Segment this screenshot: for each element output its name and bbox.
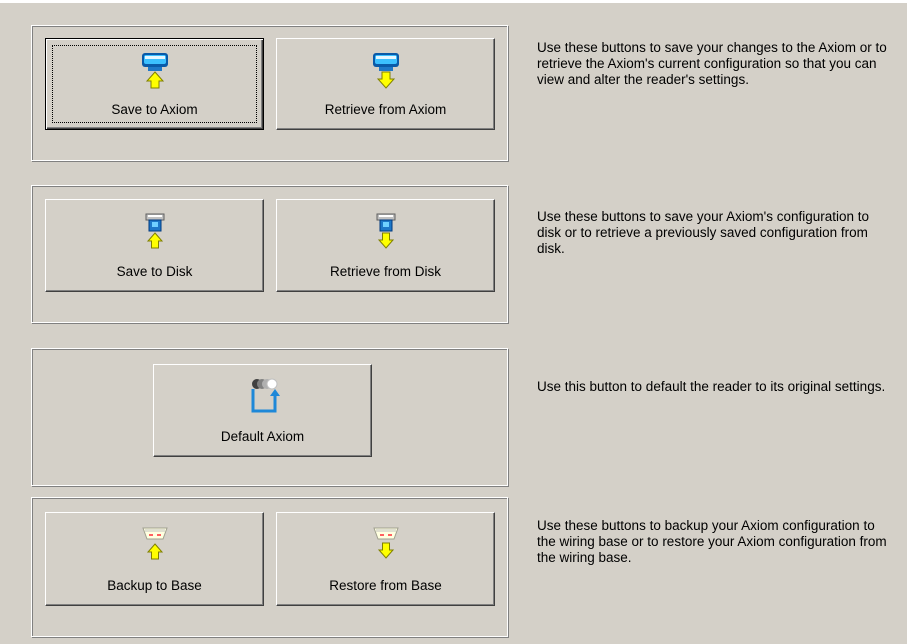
retrieve-from-axiom-label: Retrieve from Axiom [324, 102, 447, 117]
default-description: Use this button to default the reader to… [537, 379, 886, 394]
default-axiom-label: Default Axiom [220, 429, 305, 444]
default-reset-icon [251, 378, 280, 413]
backup-to-base-button[interactable]: Backup to Base [45, 512, 264, 606]
backup-to-base-label: Backup to Base [107, 578, 202, 593]
axiom-retrieve-icon [372, 53, 399, 89]
retrieve-from-disk-label: Retrieve from Disk [329, 264, 442, 279]
save-to-disk-label: Save to Disk [116, 264, 193, 279]
base-restore-icon [372, 527, 399, 559]
base-description: Use these buttons to backup your Axiom c… [537, 518, 887, 565]
save-to-axiom-button[interactable]: Save to Axiom [45, 38, 264, 130]
axiom-description: Use these buttons to save your changes t… [537, 40, 887, 87]
retrieve-from-axiom-button[interactable]: Retrieve from Axiom [276, 38, 495, 130]
save-to-axiom-label: Save to Axiom [111, 102, 198, 117]
axiom-save-icon [141, 53, 168, 89]
restore-from-base-label: Restore from Base [329, 578, 442, 593]
base-backup-icon [141, 527, 168, 560]
disk-save-icon [145, 213, 164, 249]
disk-retrieve-icon [376, 213, 395, 249]
disk-description: Use these buttons to save your Axiom's c… [537, 209, 870, 256]
restore-from-base-button[interactable]: Restore from Base [276, 512, 495, 606]
retrieve-from-disk-button[interactable]: Retrieve from Disk [276, 199, 495, 292]
save-to-disk-button[interactable]: Save to Disk [45, 199, 264, 292]
top-edge-line [0, 0, 907, 3]
default-axiom-button[interactable]: Default Axiom [153, 364, 372, 457]
